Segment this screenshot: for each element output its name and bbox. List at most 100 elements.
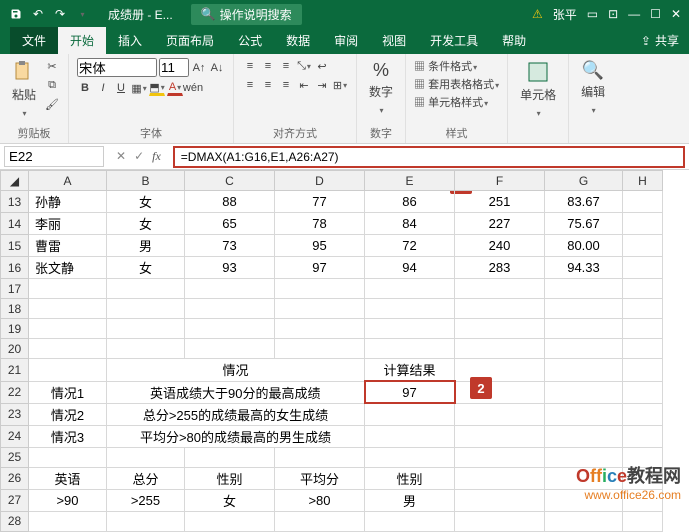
document-title: 成绩册 - E... — [98, 6, 183, 23]
table-row: 13孙静女88778625183.67 — [1, 191, 663, 213]
ribbon-tabs: 文件 开始 插入 页面布局 公式 数据 审阅 视图 开发工具 帮助 ⇪ 共享 — [0, 28, 689, 54]
group-alignment: ≡ ≡ ≡ ⤡ ↩ ≡ ≡ ≡ ⇤ ⇥ ⊞ 对齐方式 — [234, 54, 357, 143]
ribbon-options-icon[interactable]: ⊡ — [608, 7, 618, 21]
cancel-formula-icon[interactable]: ✕ — [116, 149, 126, 164]
watermark: Office教程网 www.office26.com — [576, 462, 681, 502]
copy-icon[interactable]: ⧉ — [44, 77, 60, 93]
minimize-icon[interactable]: — — [628, 7, 640, 21]
group-editing: 🔍 编辑 — [569, 54, 617, 143]
search-icon: 🔍 — [201, 7, 216, 21]
formula-bar: ✕ ✓ fx =DMAX(A1:G16,E1,A26:A27) — [0, 144, 689, 170]
quick-access-toolbar: ↶ ↷ — [0, 6, 98, 22]
fx-icon[interactable]: fx — [152, 149, 161, 164]
selected-cell[interactable]: 97 — [365, 381, 455, 403]
align-center-icon[interactable]: ≡ — [260, 77, 276, 93]
number-dropdown-icon[interactable] — [379, 102, 384, 116]
format-painter-icon[interactable]: 🖌 — [44, 96, 60, 112]
redo-icon[interactable]: ↷ — [52, 6, 68, 22]
table-format-button[interactable]: ▦ 套用表格格式 — [414, 76, 499, 92]
border-icon[interactable]: ▦ — [131, 80, 147, 96]
indent-dec-icon[interactable]: ⇤ — [296, 77, 312, 93]
number-format-button[interactable]: % 数字 — [365, 58, 397, 118]
tab-help[interactable]: 帮助 — [490, 27, 538, 54]
tab-formulas[interactable]: 公式 — [226, 27, 274, 54]
table-row: 26英语总分性别平均分性别 — [1, 467, 663, 489]
italic-icon[interactable]: I — [95, 80, 111, 96]
group-styles: ▦ 条件格式 ▦ 套用表格格式 ▦ 单元格样式 样式 — [406, 54, 508, 143]
col-header[interactable]: A — [29, 171, 107, 191]
tab-insert[interactable]: 插入 — [106, 27, 154, 54]
group-clipboard: 粘贴 ✂ ⧉ 🖌 剪贴板 — [0, 54, 69, 143]
phonetic-icon[interactable]: wén — [185, 80, 201, 96]
bold-icon[interactable]: B — [77, 80, 93, 96]
table-row: 17 — [1, 279, 663, 299]
col-header[interactable]: H — [623, 171, 663, 191]
window-restore-icon[interactable]: ▭ — [587, 7, 598, 21]
table-row: 24情况3平均分>80的成绩最高的男生成绩 — [1, 425, 663, 447]
font-color-icon[interactable]: A — [167, 80, 183, 96]
tab-review[interactable]: 审阅 — [322, 27, 370, 54]
align-bottom-icon[interactable]: ≡ — [278, 58, 294, 74]
ribbon: 粘贴 ✂ ⧉ 🖌 剪贴板 A↑ A↓ B I U ▦ ⬒ — [0, 54, 689, 144]
col-header[interactable]: F — [455, 171, 545, 191]
conditional-format-button[interactable]: ▦ 条件格式 — [414, 58, 477, 74]
name-box[interactable] — [4, 146, 104, 167]
font-name-select[interactable] — [77, 58, 157, 77]
table-row: 19 — [1, 319, 663, 339]
qat-dropdown-icon[interactable] — [74, 6, 90, 22]
align-top-icon[interactable]: ≡ — [242, 58, 258, 74]
tab-home[interactable]: 开始 — [58, 27, 106, 54]
font-size-select[interactable] — [159, 58, 189, 77]
underline-icon[interactable]: U — [113, 80, 129, 96]
table-row: 16张文静女93979428394.33 — [1, 257, 663, 279]
group-font: A↑ A↓ B I U ▦ ⬒ A wén 字体 — [69, 54, 234, 143]
decrease-font-icon[interactable]: A↓ — [209, 60, 225, 76]
paste-dropdown-icon[interactable] — [22, 105, 27, 119]
cells-button[interactable]: 单元格 — [516, 58, 560, 121]
maximize-icon[interactable]: ☐ — [650, 7, 661, 21]
cell-styles-button[interactable]: ▦ 单元格样式 — [414, 94, 488, 110]
cells-dropdown-icon[interactable] — [536, 105, 541, 119]
tab-dev[interactable]: 开发工具 — [418, 27, 490, 54]
group-number: % 数字 数字 — [357, 54, 406, 143]
editing-button[interactable]: 🔍 编辑 — [577, 58, 609, 118]
indent-inc-icon[interactable]: ⇥ — [314, 77, 330, 93]
table-row: 22情况1英语成绩大于90分的最高成绩97 — [1, 381, 663, 403]
table-row: 21情况计算结果 — [1, 359, 663, 382]
tab-view[interactable]: 视图 — [370, 27, 418, 54]
undo-icon[interactable]: ↶ — [30, 6, 46, 22]
merge-icon[interactable]: ⊞ — [332, 77, 348, 93]
orientation-icon[interactable]: ⤡ — [296, 58, 312, 74]
user-name[interactable]: 张平 — [553, 6, 577, 23]
align-right-icon[interactable]: ≡ — [278, 77, 294, 93]
select-all-cell[interactable]: ◢ — [1, 171, 29, 191]
save-icon[interactable] — [8, 6, 24, 22]
table-row: 18 — [1, 299, 663, 319]
cut-icon[interactable]: ✂ — [44, 58, 60, 74]
col-header[interactable]: G — [545, 171, 623, 191]
warning-icon[interactable]: ⚠ — [532, 7, 543, 21]
align-middle-icon[interactable]: ≡ — [260, 58, 276, 74]
accept-formula-icon[interactable]: ✓ — [134, 149, 144, 164]
col-header[interactable]: C — [185, 171, 275, 191]
tab-file[interactable]: 文件 — [10, 27, 58, 54]
col-header[interactable]: D — [275, 171, 365, 191]
wrap-text-icon[interactable]: ↩ — [314, 58, 330, 74]
formula-input[interactable]: =DMAX(A1:G16,E1,A26:A27) — [173, 146, 685, 168]
col-header[interactable]: B — [107, 171, 185, 191]
tell-me-search[interactable]: 🔍 操作说明搜索 — [191, 4, 302, 25]
group-cells: 单元格 — [508, 54, 569, 143]
col-header[interactable]: E — [365, 171, 455, 191]
fill-color-icon[interactable]: ⬒ — [149, 80, 165, 96]
share-button[interactable]: ⇪ 共享 — [631, 27, 689, 54]
paste-button[interactable]: 粘贴 — [8, 58, 40, 121]
table-row: 14李丽女65788422775.67 — [1, 213, 663, 235]
close-icon[interactable]: ✕ — [671, 7, 681, 21]
align-left-icon[interactable]: ≡ — [242, 77, 258, 93]
tab-layout[interactable]: 页面布局 — [154, 27, 226, 54]
increase-font-icon[interactable]: A↑ — [191, 60, 207, 76]
callout-2: 2 — [470, 377, 492, 399]
editing-dropdown-icon[interactable] — [591, 102, 596, 116]
tab-data[interactable]: 数据 — [274, 27, 322, 54]
table-row: 15曹雷男73957224080.00 — [1, 235, 663, 257]
